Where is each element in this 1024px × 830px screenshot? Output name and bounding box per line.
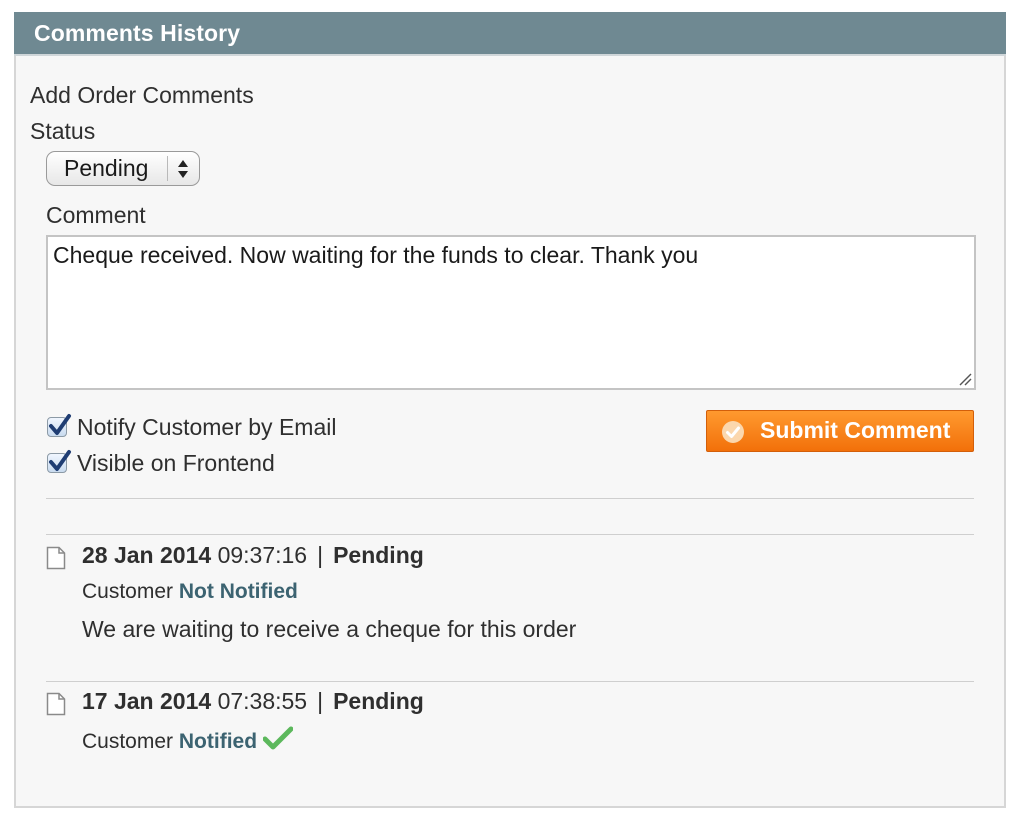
notify-state: Notified: [178, 730, 258, 753]
comment-text: Cheque received. Now waiting for the fun…: [53, 242, 699, 268]
visible-frontend-label: Visible on Frontend: [77, 450, 275, 476]
checkmark-icon: [49, 414, 71, 435]
customer-label: Customer: [82, 580, 174, 603]
entry-separator: |: [317, 542, 324, 568]
add-comments-heading: Add Order Comments: [30, 82, 254, 108]
entry-time: 09:37:16: [217, 542, 308, 568]
document-icon: [46, 546, 66, 570]
entry-separator: |: [317, 688, 324, 714]
checkmark-icon: [49, 450, 71, 471]
resize-handle-icon[interactable]: [958, 372, 972, 386]
entry-date: 28 Jan 2014: [82, 542, 212, 568]
notify-customer-label: Notify Customer by Email: [77, 414, 337, 440]
green-check-icon: [263, 726, 294, 750]
divider: [46, 534, 974, 535]
customer-label: Customer: [82, 730, 174, 753]
divider: [46, 498, 974, 499]
entry-header: 28 Jan 2014 09:37:16 | Pending: [82, 542, 424, 569]
updown-arrows-icon: [178, 160, 188, 178]
visible-frontend-checkbox[interactable]: [47, 450, 71, 473]
document-icon: [46, 692, 66, 716]
notify-state: Not Notified: [178, 580, 298, 603]
entry-status: Pending: [333, 542, 424, 568]
status-select[interactable]: Pending: [46, 151, 200, 186]
submit-comment-button[interactable]: Submit Comment: [706, 410, 974, 452]
panel-header: Comments History: [14, 12, 1006, 56]
check-circle-icon: [722, 421, 744, 443]
status-select-value: Pending: [64, 155, 149, 181]
divider: [46, 681, 974, 682]
entry-comment: We are waiting to receive a cheque for t…: [82, 616, 577, 642]
entry-time: 07:38:55: [217, 688, 308, 714]
entry-date: 17 Jan 2014: [82, 688, 212, 714]
entry-status: Pending: [333, 688, 424, 714]
panel-title: Comments History: [34, 20, 241, 46]
select-divider: [167, 156, 168, 181]
comment-textarea[interactable]: Cheque received. Now waiting for the fun…: [46, 235, 976, 390]
submit-comment-label: Submit Comment: [760, 417, 951, 443]
entry-header: 17 Jan 2014 07:38:55 | Pending: [82, 688, 424, 715]
comment-label: Comment: [46, 202, 146, 228]
entry-notify-line: Customer Notified: [82, 726, 294, 754]
notify-customer-checkbox[interactable]: [47, 414, 71, 437]
status-label: Status: [30, 118, 96, 144]
entry-notify-line: Customer Not Notified: [82, 580, 298, 604]
